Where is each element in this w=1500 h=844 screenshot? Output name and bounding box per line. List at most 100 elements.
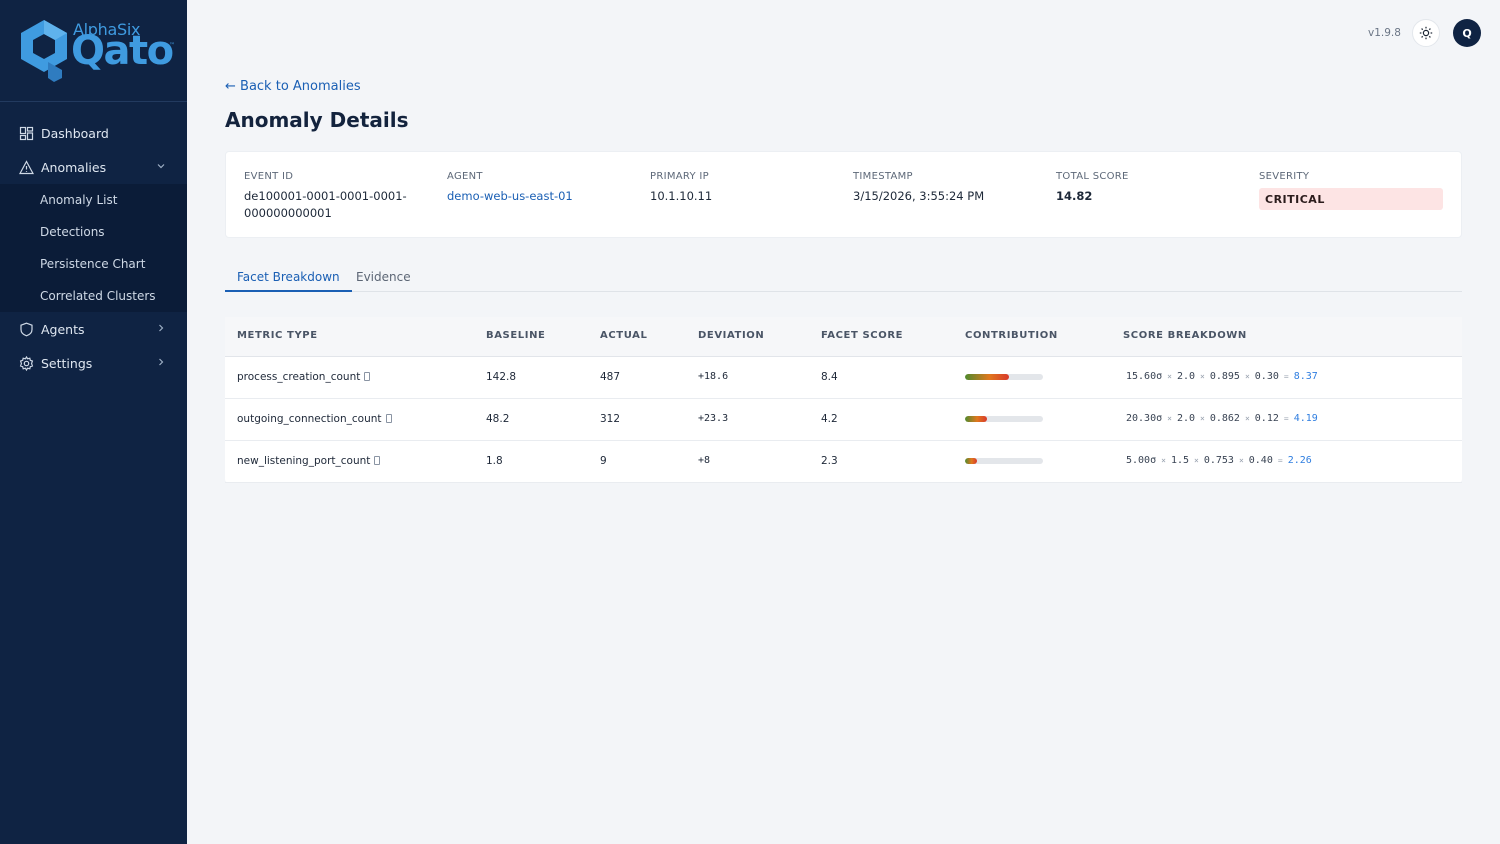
breakdown-sigma: 20.30σ — [1126, 413, 1163, 424]
theme-toggle-button[interactable] — [1412, 19, 1440, 47]
chevron-right-icon[interactable] — [155, 322, 167, 334]
severity-field: SEVERITY CRITICAL — [1259, 171, 1443, 210]
anomalies-submenu: Anomaly List Detections Persistence Char… — [0, 184, 187, 312]
column-header-metric-type: METRIC TYPE — [237, 330, 318, 341]
detail-tabs: Facet Breakdown Evidence — [225, 263, 1462, 292]
gear-icon — [19, 355, 34, 371]
timestamp-label: TIMESTAMP — [853, 171, 913, 182]
deviation-cell: +23.3 — [698, 413, 729, 424]
alert-triangle-icon — [19, 159, 34, 175]
breakdown-factor: 0.30 — [1254, 371, 1279, 382]
chevron-right-icon[interactable] — [155, 356, 167, 368]
sidebar-item-anomalies[interactable]: Anomalies — [0, 150, 187, 184]
breakdown-weight: 2.0 — [1176, 371, 1196, 382]
sidebar-item-label: Agents — [41, 321, 85, 337]
info-icon[interactable] — [364, 372, 371, 381]
times-operator: × — [1194, 456, 1199, 465]
agent-field: AGENT demo-web-us-east-01 — [447, 171, 573, 205]
equals-operator: = — [1277, 456, 1283, 465]
table-row[interactable]: new_listening_port_count 1.8 9 +8 2.3 5.… — [225, 441, 1462, 483]
times-operator: × — [1167, 414, 1172, 423]
times-operator: × — [1244, 372, 1250, 381]
breakdown-result: 2.26 — [1287, 455, 1312, 466]
event-id-value-line1: de100001-0001-0001-0001- — [244, 189, 407, 203]
agent-link[interactable]: demo-web-us-east-01 — [447, 188, 573, 205]
primary-ip-label: PRIMARY IP — [650, 171, 709, 182]
times-operator: × — [1238, 456, 1244, 465]
info-icon[interactable] — [385, 414, 392, 423]
breakdown-weight: 2.0 — [1176, 413, 1196, 424]
sidebar-item-dashboard[interactable]: Dashboard — [0, 116, 187, 150]
contribution-bar-fill — [965, 374, 1010, 380]
score-breakdown-cell: 15.60σ × 2.0 × 0.895 × 0.30 = 8.37 — [1126, 371, 1318, 382]
score-breakdown-cell: 20.30σ × 2.0 × 0.862 × 0.12 = 4.19 — [1126, 413, 1318, 424]
user-avatar[interactable]: Q — [1453, 19, 1481, 47]
metric-name: process_creation_count — [237, 371, 361, 383]
times-operator: × — [1200, 372, 1205, 381]
dashboard-icon — [19, 126, 34, 141]
sidebar-item-settings[interactable]: Settings — [0, 346, 187, 380]
breakdown-confidence: 0.753 — [1203, 455, 1234, 466]
breakdown-result: 4.19 — [1293, 413, 1318, 424]
actual-cell: 312 — [600, 413, 621, 425]
column-header-contribution: CONTRIBUTION — [965, 330, 1058, 341]
sidebar-item-correlated-clusters[interactable]: Correlated Clusters — [0, 280, 187, 312]
logo-hexagon-icon — [21, 20, 67, 82]
column-header-actual: ACTUAL — [600, 330, 648, 341]
nav: Dashboard Anomalies Anomaly List Detecti… — [0, 102, 187, 380]
primary-ip-value: 10.1.10.11 — [650, 189, 713, 203]
baseline-cell: 48.2 — [486, 413, 510, 425]
event-id-label: EVENT ID — [244, 171, 294, 182]
contribution-bar — [965, 416, 1043, 422]
page-title: Anomaly Details — [225, 108, 409, 132]
sidebar-item-detections[interactable]: Detections — [0, 216, 187, 248]
baseline-cell: 1.8 — [486, 455, 503, 467]
timestamp-field: TIMESTAMP 3/15/2026, 3:55:24 PM — [853, 171, 984, 205]
sidebar-item-label: Anomalies — [41, 159, 107, 175]
back-to-anomalies-link[interactable]: ← Back to Anomalies — [225, 79, 361, 94]
logo[interactable]: AlphaSix Qato ™ — [0, 0, 187, 102]
sidebar-item-persistence-chart[interactable]: Persistence Chart — [0, 248, 187, 280]
severity-label: SEVERITY — [1259, 171, 1310, 182]
actual-cell: 9 — [600, 455, 607, 467]
column-header-baseline: BASELINE — [486, 330, 546, 341]
severity-badge: CRITICAL — [1259, 188, 1443, 210]
info-icon[interactable] — [374, 456, 381, 465]
trademark: ™ — [169, 42, 175, 49]
facet-score-cell: 8.4 — [821, 371, 838, 383]
breakdown-result: 8.37 — [1293, 371, 1318, 382]
column-header-facet-score: FACET SCORE — [821, 330, 904, 341]
table-row[interactable]: process_creation_count 142.8 487 +18.6 8… — [225, 357, 1462, 399]
table-row[interactable]: outgoing_connection_count 48.2 312 +23.3… — [225, 399, 1462, 441]
times-operator: × — [1200, 414, 1205, 423]
breakdown-sigma: 15.60σ — [1126, 371, 1163, 382]
anomaly-summary-card: EVENT ID de100001-0001-0001-0001- 000000… — [225, 151, 1462, 238]
metric-name: new_listening_port_count — [237, 455, 371, 467]
metric-type-cell: new_listening_port_count — [237, 455, 381, 467]
contribution-bar-fill — [965, 416, 987, 422]
metric-name: outgoing_connection_count — [237, 413, 382, 425]
breakdown-weight: 1.5 — [1170, 455, 1189, 466]
sidebar-item-anomaly-list[interactable]: Anomaly List — [0, 184, 187, 216]
chevron-down-icon[interactable] — [155, 160, 167, 172]
breakdown-factor: 0.40 — [1248, 455, 1273, 466]
facet-score-cell: 4.2 — [821, 413, 838, 425]
sidebar: AlphaSix Qato ™ Dashboard Anomalies Anom… — [0, 0, 187, 844]
contribution-bar — [965, 458, 1043, 464]
deviation-cell: +8 — [698, 455, 711, 466]
facet-score-cell: 2.3 — [821, 455, 838, 467]
tab-facet-breakdown[interactable]: Facet Breakdown — [225, 263, 352, 292]
facet-breakdown-table: METRIC TYPE BASELINE ACTUAL DEVIATION FA… — [225, 317, 1462, 483]
event-id-value-line2: 000000000001 — [244, 205, 332, 220]
sidebar-item-agents[interactable]: Agents — [0, 312, 187, 346]
sun-icon — [1419, 26, 1433, 40]
breakdown-sigma: 5.00σ — [1126, 455, 1157, 466]
shield-icon — [19, 322, 34, 337]
baseline-cell: 142.8 — [486, 371, 517, 383]
total-score-value: 14.82 — [1056, 189, 1093, 203]
column-header-deviation: DEVIATION — [698, 330, 765, 341]
tab-evidence[interactable]: Evidence — [344, 263, 423, 292]
table-header: METRIC TYPE BASELINE ACTUAL DEVIATION FA… — [225, 317, 1462, 357]
metric-type-cell: outgoing_connection_count — [237, 413, 392, 425]
timestamp-value: 3/15/2026, 3:55:24 PM — [853, 189, 985, 203]
